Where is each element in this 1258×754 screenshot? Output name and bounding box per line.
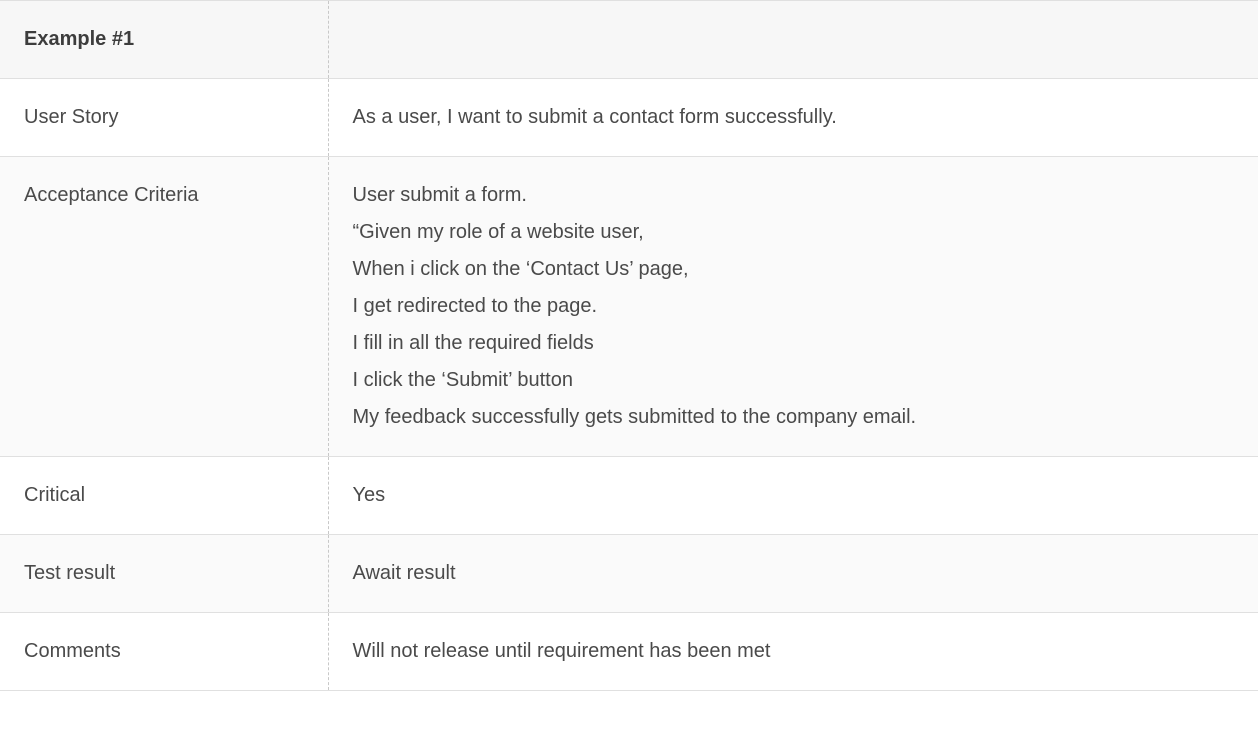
row-comments-label: Comments xyxy=(0,613,328,691)
row-critical-value: Yes xyxy=(328,457,1258,535)
ac-line: I click the ‘Submit’ button xyxy=(353,362,1235,399)
ac-line: “Given my role of a website user, xyxy=(353,214,1235,251)
row-acceptance-criteria-label: Acceptance Criteria xyxy=(0,157,328,457)
table-header-right xyxy=(328,1,1258,79)
table-header-title: Example #1 xyxy=(0,1,328,79)
row-test-result: Test result Await result xyxy=(0,535,1258,613)
row-test-result-value: Await result xyxy=(328,535,1258,613)
row-critical: Critical Yes xyxy=(0,457,1258,535)
row-comments: Comments Will not release until requirem… xyxy=(0,613,1258,691)
row-user-story-label: User Story xyxy=(0,79,328,157)
ac-line: User submit a form. xyxy=(353,177,1235,214)
row-acceptance-criteria-value: User submit a form. “Given my role of a … xyxy=(328,157,1258,457)
row-user-story: User Story As a user, I want to submit a… xyxy=(0,79,1258,157)
row-comments-value: Will not release until requirement has b… xyxy=(328,613,1258,691)
example-table: Example #1 User Story As a user, I want … xyxy=(0,0,1258,691)
ac-line: I get redirected to the page. xyxy=(353,288,1235,325)
ac-line: I fill in all the required fields xyxy=(353,325,1235,362)
ac-line: My feedback successfully gets submitted … xyxy=(353,399,1235,436)
row-user-story-value: As a user, I want to submit a contact fo… xyxy=(328,79,1258,157)
table-header-row: Example #1 xyxy=(0,1,1258,79)
row-acceptance-criteria: Acceptance Criteria User submit a form. … xyxy=(0,157,1258,457)
ac-line: When i click on the ‘Contact Us’ page, xyxy=(353,251,1235,288)
row-critical-label: Critical xyxy=(0,457,328,535)
row-test-result-label: Test result xyxy=(0,535,328,613)
